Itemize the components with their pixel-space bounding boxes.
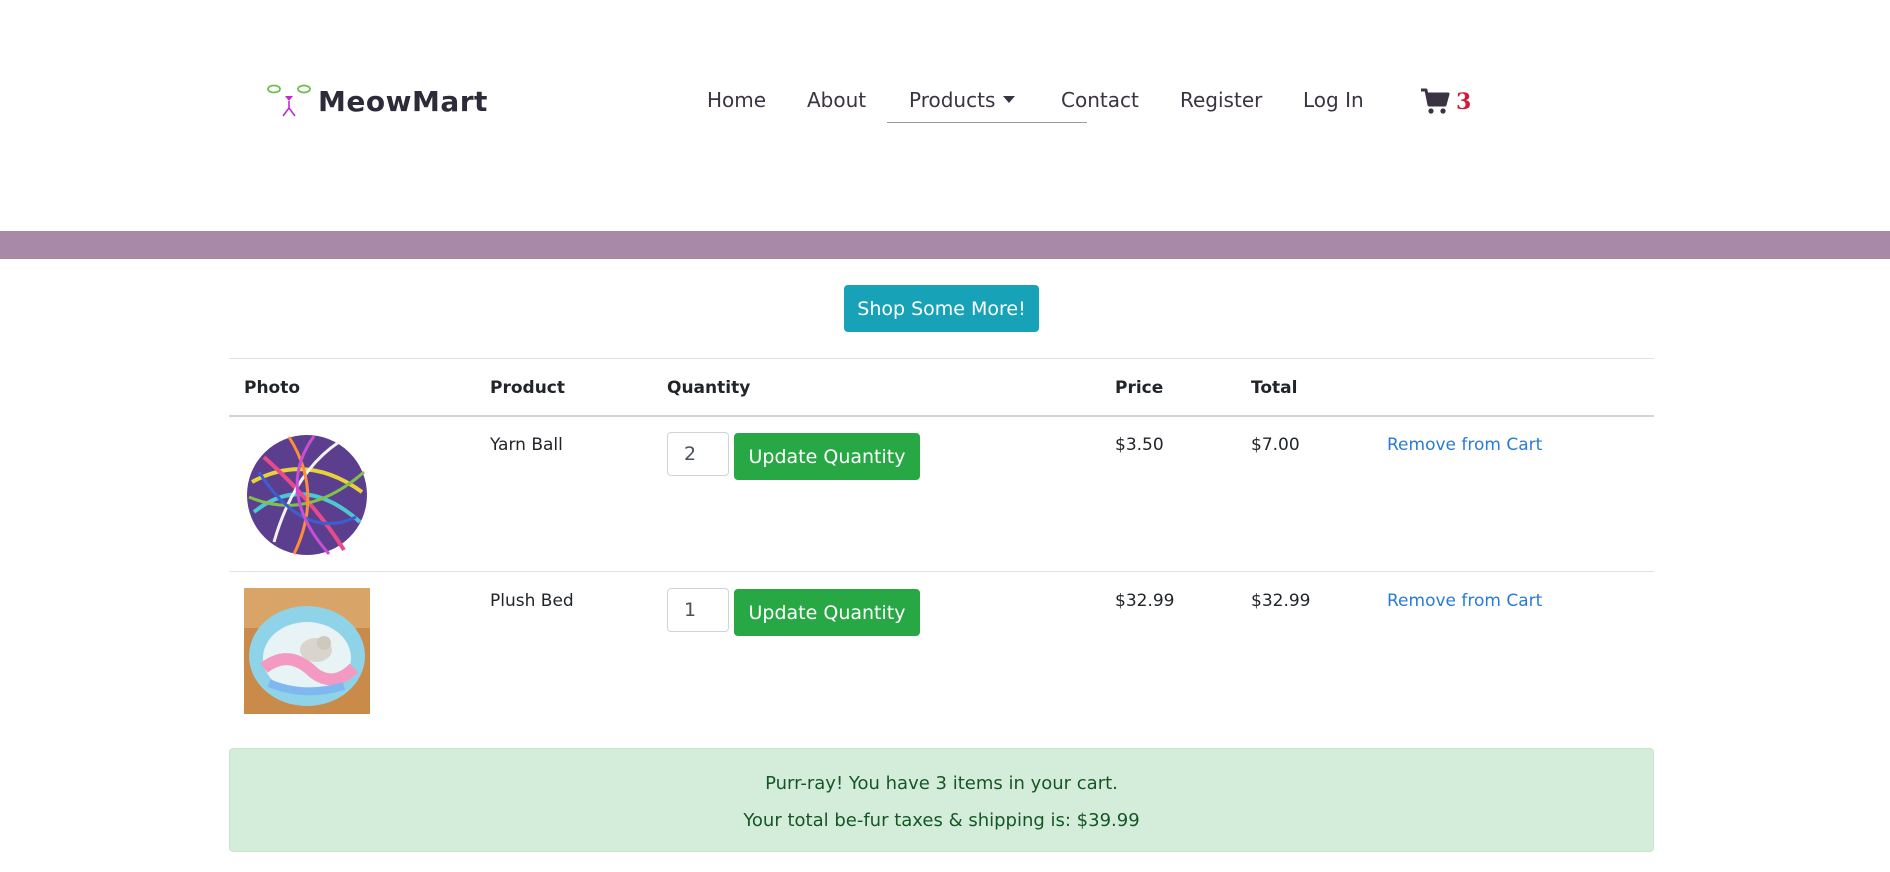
caret-down-icon — [1003, 96, 1016, 103]
quantity-input[interactable]: 1 — [667, 588, 729, 632]
header-band — [0, 231, 1890, 259]
shopping-cart-icon — [1421, 88, 1450, 114]
row-divider — [229, 571, 1654, 572]
price-value: $3.50 — [1115, 435, 1164, 455]
header-product: Product — [490, 378, 565, 398]
nav-contact[interactable]: Contact — [1061, 88, 1139, 112]
cart-page: MeowMart Home About Products Contact Reg… — [0, 0, 1890, 872]
product-name: Plush Bed — [490, 591, 574, 611]
cart-summary-alert: Purr-ray! You have 3 items in your cart.… — [229, 748, 1654, 852]
nav-active-underline — [887, 122, 1087, 123]
cart-count-badge: 3 — [1456, 88, 1472, 115]
nav-products-label: Products — [909, 88, 996, 112]
header-total: Total — [1251, 378, 1298, 398]
header-photo: Photo — [244, 378, 301, 398]
total-value: $7.00 — [1251, 435, 1300, 455]
nav-login[interactable]: Log In — [1303, 88, 1364, 112]
quantity-input[interactable]: 2 — [667, 432, 729, 476]
update-quantity-button[interactable]: Update Quantity — [734, 589, 920, 636]
nav-home[interactable]: Home — [707, 88, 766, 112]
table-top-border — [229, 358, 1654, 359]
product-name: Yarn Ball — [490, 435, 563, 455]
nav-about[interactable]: About — [807, 88, 866, 112]
header-bottom-border — [229, 415, 1654, 417]
total-value: $32.99 — [1251, 591, 1311, 611]
cart-link[interactable]: 3 — [1420, 88, 1471, 115]
header-quantity: Quantity — [667, 378, 751, 398]
nav-register[interactable]: Register — [1180, 88, 1262, 112]
yarn-ball-photo — [244, 432, 370, 558]
remove-from-cart-link[interactable]: Remove from Cart — [1387, 591, 1542, 611]
price-value: $32.99 — [1115, 591, 1175, 611]
main-nav: Home About Products Contact Register Log… — [0, 88, 1890, 120]
cart-items-message: Purr-ray! You have 3 items in your cart. — [765, 773, 1118, 794]
header-price: Price — [1115, 378, 1164, 398]
shop-more-button[interactable]: Shop Some More! — [844, 285, 1039, 332]
plush-bed-photo — [244, 588, 370, 714]
update-quantity-button[interactable]: Update Quantity — [734, 433, 920, 480]
nav-products-dropdown[interactable]: Products — [909, 88, 1016, 112]
remove-from-cart-link[interactable]: Remove from Cart — [1387, 435, 1542, 455]
cart-total-message: Your total be-fur taxes & shipping is: $… — [743, 810, 1140, 831]
